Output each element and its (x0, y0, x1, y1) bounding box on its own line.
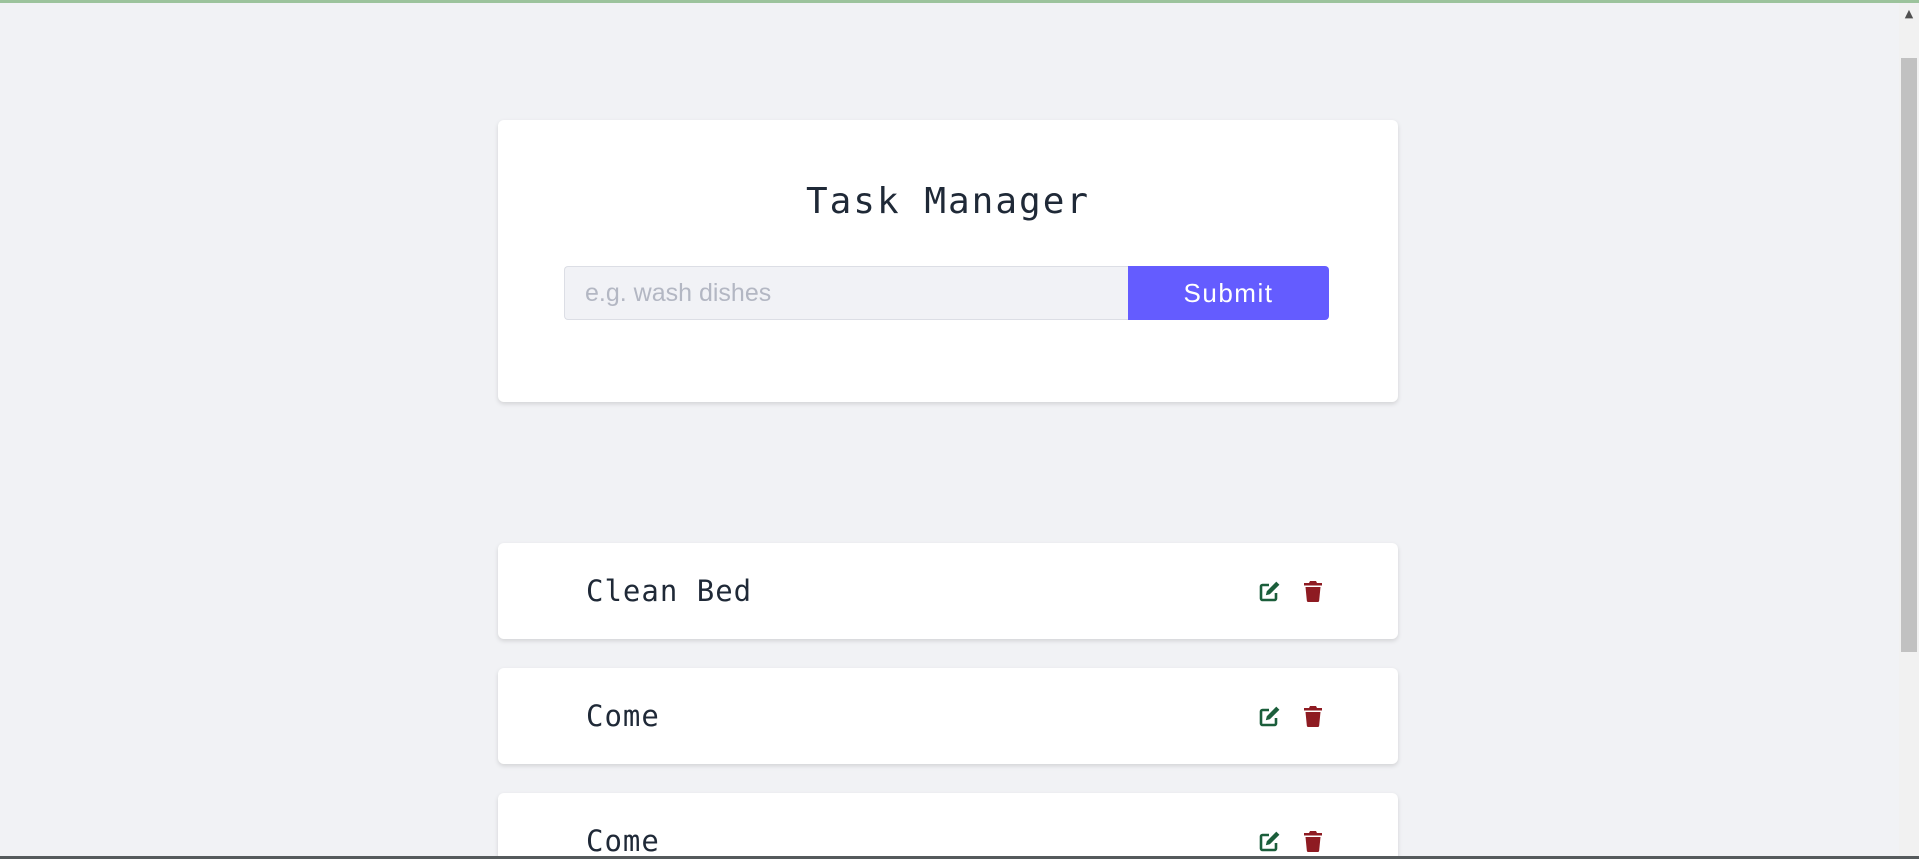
delete-button[interactable] (1301, 579, 1325, 603)
scroll-up-arrow-icon[interactable]: ▲ (1899, 3, 1919, 25)
task-form-card: Task Manager Submit (498, 120, 1398, 402)
edit-icon (1258, 829, 1282, 853)
edit-button[interactable] (1258, 579, 1282, 603)
scrollbar-thumb[interactable] (1901, 58, 1917, 652)
task-name: Come (586, 824, 660, 856)
task-item: Come (498, 668, 1398, 764)
edit-icon (1258, 704, 1282, 728)
delete-button[interactable] (1301, 829, 1325, 853)
trash-icon (1301, 829, 1325, 853)
task-name: Clean Bed (586, 574, 753, 608)
task-item: Clean Bed (498, 543, 1398, 639)
task-item: Come (498, 793, 1398, 856)
delete-button[interactable] (1301, 704, 1325, 728)
page-title: Task Manager (805, 181, 1091, 222)
edit-button[interactable] (1258, 829, 1282, 853)
page-viewport: Task Manager Submit Clean Bed Come Come (0, 3, 1899, 856)
edit-button[interactable] (1258, 704, 1282, 728)
trash-icon (1301, 579, 1325, 603)
edit-icon (1258, 579, 1282, 603)
task-input[interactable] (564, 266, 1128, 320)
vertical-scrollbar[interactable]: ▲ (1899, 3, 1919, 856)
submit-button[interactable]: Submit (1128, 266, 1329, 320)
trash-icon (1301, 704, 1325, 728)
task-name: Come (586, 699, 660, 733)
